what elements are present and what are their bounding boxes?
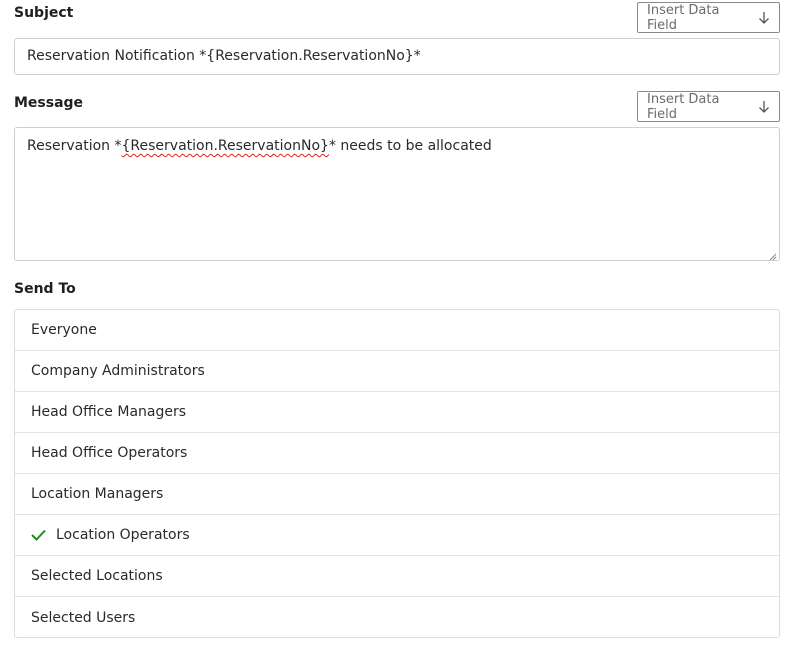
send-to-item[interactable]: Head Office Managers (15, 392, 779, 433)
send-to-item-label: Everyone (31, 322, 97, 338)
insert-data-field-label: Insert Data Field (647, 91, 720, 122)
send-to-item-label: Head Office Operators (31, 445, 188, 461)
message-textarea[interactable]: Reservation *{Reservation.ReservationNo}… (14, 127, 780, 261)
send-to-item-label: Head Office Managers (31, 404, 187, 420)
notification-form: Subject Insert Data Field Reservation No… (0, 0, 793, 647)
subject-label: Subject (14, 5, 74, 21)
message-insert-data-field-button[interactable]: Insert Data Field (637, 91, 780, 122)
send-to-item-label: Selected Users (31, 609, 136, 626)
checkmark-icon (31, 529, 56, 541)
send-to-item-label: Location Managers (31, 486, 164, 502)
send-to-label: Send To (14, 281, 76, 297)
arrow-down-icon (749, 100, 779, 114)
arrow-down-icon (749, 11, 779, 25)
send-to-item[interactable]: Company Administrators (15, 351, 779, 392)
send-to-item[interactable]: Selected Users (15, 597, 779, 638)
send-to-item[interactable]: Location Managers (15, 474, 779, 515)
insert-data-field-label: Insert Data Field (647, 2, 720, 33)
send-to-item[interactable]: Everyone (15, 310, 779, 351)
send-to-item[interactable]: Selected Locations (15, 556, 779, 597)
message-text-suffix: * needs to be allocated (328, 138, 492, 154)
subject-input[interactable]: Reservation Notification *{Reservation.R… (14, 38, 780, 75)
send-to-item[interactable]: Head Office Operators (15, 433, 779, 474)
send-to-list: Everyone Company Administrators Head Offic… (14, 309, 780, 638)
message-label: Message (14, 95, 84, 111)
send-to-item-label: Company Administrators (31, 363, 205, 379)
send-to-item-label: Location Operators (56, 527, 190, 543)
send-to-item-label: Selected Locations (31, 568, 163, 584)
subject-insert-data-field-button[interactable]: Insert Data Field (637, 2, 780, 33)
send-to-item[interactable]: Location Operators (15, 515, 779, 556)
resize-grip-icon[interactable] (768, 249, 777, 261)
message-text-prefix: Reservation * (27, 138, 122, 154)
message-data-field: {Reservation.ReservationNo} (121, 138, 329, 154)
